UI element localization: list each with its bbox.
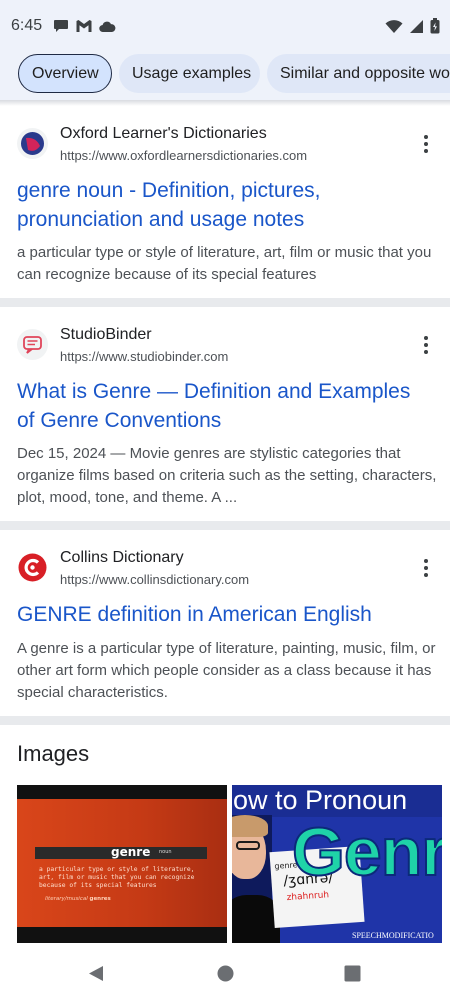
result-source-name: Oxford Learner's Dictionaries xyxy=(60,125,267,142)
result-divider xyxy=(0,521,450,530)
status-time: 6:45 xyxy=(11,17,43,34)
result-url[interactable]: https://www.oxfordlearnersdictionaries.c… xyxy=(60,148,307,163)
search-result[interactable]: StudioBinder https://www.studiobinder.co… xyxy=(0,307,450,521)
thumbnail-example-bold: genres xyxy=(89,896,111,902)
filter-chips-bar: Overview Usage examples Similar and oppo… xyxy=(0,50,450,100)
image-thumbnail[interactable]: ow to Pronoun genre /ʒɑnrə/ zhahnruh Gen… xyxy=(232,785,442,943)
recents-icon[interactable] xyxy=(344,965,361,987)
chip-similar-opposite[interactable]: Similar and opposite wo xyxy=(267,54,450,93)
collins-logo-icon xyxy=(17,552,48,583)
result-title-link[interactable]: GENRE definition in American English xyxy=(17,600,433,629)
images-heading: Images xyxy=(17,741,90,766)
more-options-icon[interactable] xyxy=(416,132,436,156)
result-title-link[interactable]: What is Genre — Definition and Examples … xyxy=(17,377,433,435)
thumbnail-person-glasses xyxy=(236,841,260,850)
result-url[interactable]: https://www.studiobinder.com xyxy=(60,349,228,364)
thumbnail-board-line: zhahnruh xyxy=(286,890,330,904)
home-icon[interactable] xyxy=(217,965,234,987)
result-divider xyxy=(0,716,450,725)
chip-overview[interactable]: Overview xyxy=(18,54,112,93)
thumbnail-definition-line: a particular type or style of literature… xyxy=(39,866,195,873)
signal-icon xyxy=(409,19,424,39)
system-icons xyxy=(385,18,440,39)
thumbnail-definition-line: because of its special features xyxy=(39,882,157,889)
result-source-name: Collins Dictionary xyxy=(60,549,184,566)
gmail-icon xyxy=(75,19,93,38)
studiobinder-logo-icon xyxy=(17,329,48,360)
thumbnail-big-word: Genr xyxy=(291,813,442,891)
cloud-icon xyxy=(99,20,116,38)
thumbnail-pos: noun xyxy=(159,849,172,855)
thumbnail-word: genre xyxy=(111,845,151,859)
more-options-icon[interactable] xyxy=(416,556,436,580)
chip-label: Usage examples xyxy=(132,64,252,82)
chip-label: Overview xyxy=(32,64,99,82)
chip-usage-examples[interactable]: Usage examples xyxy=(119,54,260,93)
more-options-icon[interactable] xyxy=(416,333,436,357)
result-snippet: Dec 15, 2024 — Movie genres are stylisti… xyxy=(17,445,437,506)
notification-icons xyxy=(53,19,116,38)
result-snippet: A genre is a particular type of literatu… xyxy=(17,640,436,701)
battery-icon xyxy=(430,18,440,39)
result-divider xyxy=(0,298,450,307)
thumbnail-definition-line: art, film or music that you can recogniz… xyxy=(39,874,195,881)
wifi-icon xyxy=(385,19,403,39)
result-title-link[interactable]: genre noun - Definition, pictures, pronu… xyxy=(17,176,433,234)
thumbnail-person-hair xyxy=(232,815,268,837)
chat-icon xyxy=(53,19,69,38)
search-result[interactable]: Oxford Learner's Dictionaries https://ww… xyxy=(0,106,450,298)
image-thumbnail[interactable]: genre noun a particular type or style of… xyxy=(17,785,227,943)
back-icon[interactable] xyxy=(88,965,104,987)
system-nav-bar xyxy=(0,945,450,1000)
result-source-name: StudioBinder xyxy=(60,326,152,343)
thumbnail-watermark: SPEECHMODIFICATIO xyxy=(352,931,434,940)
thumbnail-example-prefix: literary/musical xyxy=(45,896,90,902)
status-bar: 6:45 xyxy=(0,0,450,50)
thumbnail-example: literary/musical genres xyxy=(45,896,111,902)
oxford-logo-icon xyxy=(17,128,48,159)
result-snippet: a particular type or style of literature… xyxy=(17,244,432,283)
result-url[interactable]: https://www.collinsdictionary.com xyxy=(60,572,249,587)
thumbnail-definition: a particular type or style of literature… xyxy=(39,866,194,890)
chip-label: Similar and opposite wo xyxy=(280,64,450,82)
thumbnail-background xyxy=(17,799,227,927)
search-result[interactable]: Collins Dictionary https://www.collinsdi… xyxy=(0,530,450,716)
thumbnail-banner-text: ow to Pronoun xyxy=(233,785,408,815)
